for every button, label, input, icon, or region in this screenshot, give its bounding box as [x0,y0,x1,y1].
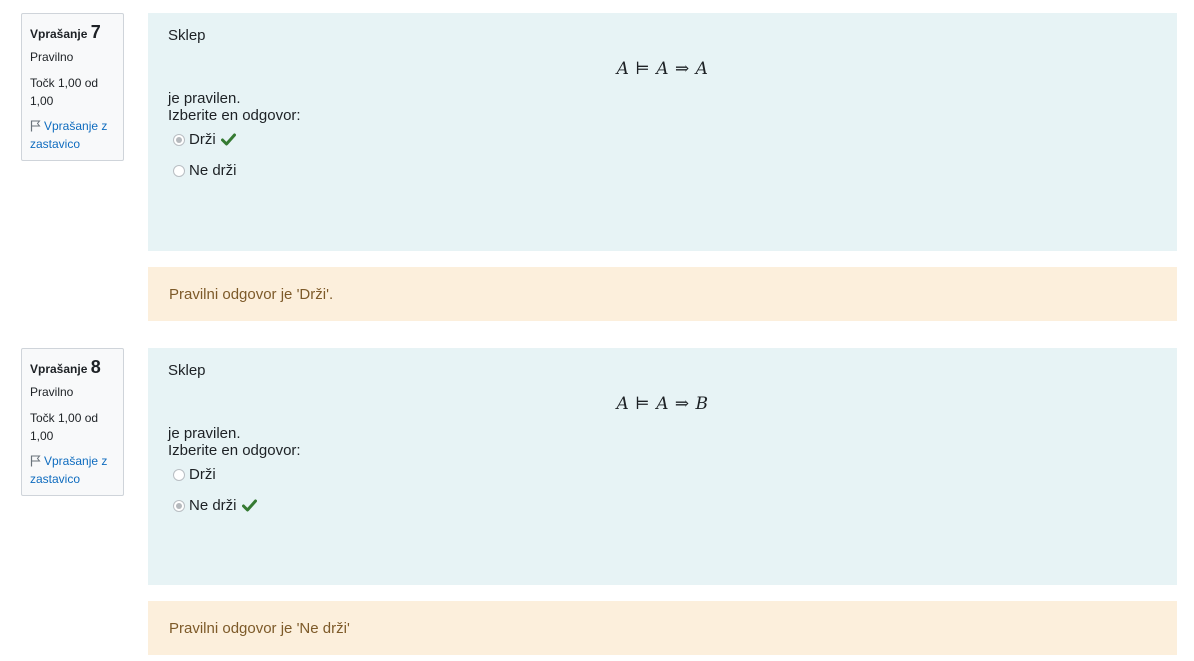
flag-question-link[interactable]: Vprašanje z zastavico [30,117,123,153]
formula: A ⊨ A ⇒ A [168,59,1157,79]
question-label: Vprašanje [30,27,88,41]
question-after-text: je pravilen. [168,425,241,442]
question-state: Pravilno [30,385,74,399]
answer-option: Drži [168,124,1157,155]
answer-radio[interactable] [173,133,185,146]
turnstile-symbol: ⊨ [635,59,651,79]
correct-answer-feedback-8: Pravilni odgovor je 'Ne drži' [148,601,1177,655]
answer-radio[interactable] [173,164,185,177]
question-formulation-7: Sklep A ⊨ A ⇒ A je pravilen. Izberite en… [148,13,1177,251]
feedback-text: Pravilni odgovor je 'Ne drži' [169,619,350,637]
question-label: Vprašanje [30,362,88,376]
answer-option: Ne drži [168,155,1157,186]
turnstile-symbol: ⊨ [635,394,651,414]
question-state: Pravilno [30,50,74,64]
check-icon [241,499,257,512]
question-info-8: Vprašanje 8 Pravilno Točk 1,00 od 1,00 V… [21,348,124,496]
flag-label: Vprašanje z zastavico [30,119,108,151]
implies-symbol: ⇒ [674,59,690,79]
question-after-text: je pravilen. [168,90,241,107]
formula-conclusion: A [695,59,709,79]
implies-symbol: ⇒ [674,394,690,414]
question-grade: Točk 1,00 od 1,00 [30,76,99,108]
answer-label: Drži [189,131,216,148]
question-number: 7 [90,22,101,42]
formula: A ⊨ A ⇒ B [168,394,1157,414]
check-icon [220,133,236,146]
feedback-text: Pravilni odgovor je 'Drži'. [169,285,334,303]
formula-conclusion: B [695,394,709,414]
formula-premise: A [656,394,669,414]
flag-icon [30,455,41,467]
formula-premise: A [656,59,670,79]
answer-label: Ne drži [189,162,237,179]
answer-prompt: Izberite en odgovor: [168,442,301,459]
question-info-7: Vprašanje 7 Pravilno Točk 1,00 od 1,00 V… [21,13,124,161]
answer-option: Drži [168,459,1157,490]
question-intro: Sklep [168,27,206,44]
question-intro: Sklep [168,362,206,379]
formula-left: A [616,59,630,79]
answer-label: Ne drži [189,497,237,514]
answer-radio[interactable] [173,499,185,512]
answer-option: Ne drži [168,490,1157,521]
correct-answer-feedback-7: Pravilni odgovor je 'Drži'. [148,267,1177,321]
answer-radio[interactable] [173,468,185,481]
question-formulation-8: Sklep A ⊨ A ⇒ B je pravilen. Izberite en… [148,348,1177,585]
question-number-line: Vprašanje 8 [30,356,123,380]
formula-left: A [616,394,630,414]
flag-question-link[interactable]: Vprašanje z zastavico [30,452,123,488]
answer-prompt: Izberite en odgovor: [168,107,301,124]
flag-label: Vprašanje z zastavico [30,454,108,486]
question-grade: Točk 1,00 od 1,00 [30,411,99,443]
answer-label: Drži [189,466,216,483]
flag-icon [30,120,41,132]
question-number-line: Vprašanje 7 [30,21,123,45]
question-number: 8 [90,357,101,377]
